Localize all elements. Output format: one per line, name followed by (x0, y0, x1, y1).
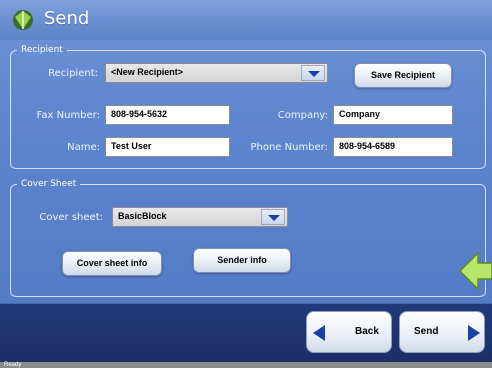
cover-sheet-combobox[interactable]: BasicBlock (112, 207, 288, 227)
send-window: Send Recipient Recipient: <New Recipient… (0, 0, 492, 363)
company-label: Company: (277, 110, 328, 121)
app-leaf-icon (13, 10, 33, 30)
name-field[interactable]: Test User (105, 137, 230, 157)
back-button-label: Back (355, 326, 379, 337)
cover-sheet-info-button[interactable]: Cover sheet info (62, 251, 162, 276)
back-arrow-icon (313, 325, 325, 341)
status-bar: Ready (0, 362, 492, 368)
window-title: Send (44, 8, 90, 29)
fax-number-label: Fax Number: (36, 110, 100, 121)
forward-arrow-icon (468, 325, 480, 341)
save-recipient-button[interactable]: Save Recipient (354, 63, 452, 88)
company-field[interactable]: Company (333, 105, 453, 125)
cover-sheet-combobox-value: BasicBlock (118, 211, 167, 221)
recipient-combobox-value: <New Recipient> (111, 67, 184, 77)
phone-number-label: Phone Number: (250, 142, 328, 153)
send-button-label: Send (414, 326, 439, 337)
recipient-group-legend: Recipient (21, 45, 63, 55)
fax-number-field[interactable]: 808-954-5632 (105, 105, 230, 125)
title-bar: Send (0, 0, 492, 40)
cover-sheet-group: Cover Sheet (10, 179, 486, 297)
cover-sheet-label: Cover sheet: (39, 212, 103, 223)
send-button[interactable]: Send (399, 311, 485, 353)
chevron-down-icon[interactable] (261, 209, 285, 225)
phone-number-field[interactable]: 808-954-6589 (333, 137, 453, 157)
chevron-down-icon[interactable] (301, 65, 325, 81)
name-label: Name: (67, 142, 100, 153)
back-button[interactable]: Back (306, 311, 392, 353)
green-arrow-icon (458, 251, 492, 291)
recipient-combobox[interactable]: <New Recipient> (105, 63, 328, 83)
recipient-label: Recipient: (48, 68, 98, 79)
cover-sheet-group-legend: Cover Sheet (21, 179, 77, 189)
sender-info-button[interactable]: Sender info (193, 248, 291, 273)
